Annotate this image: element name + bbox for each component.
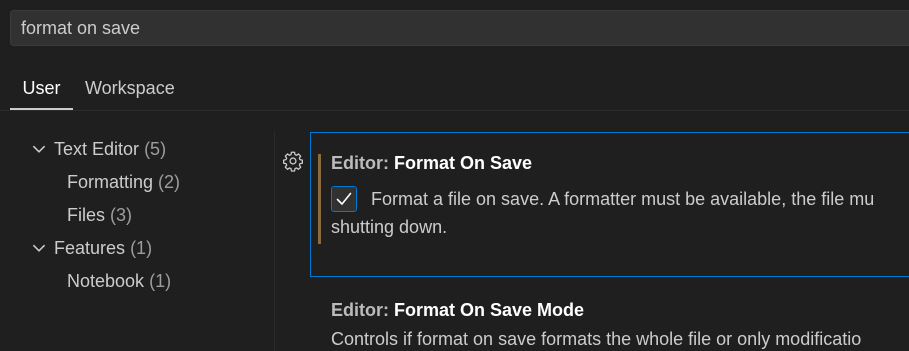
toc-item-files[interactable]: Files (3) [67, 200, 132, 230]
setting-title: Editor: Format On Save [331, 153, 532, 174]
toc-sash[interactable] [274, 131, 275, 351]
setting-category: Editor: [331, 300, 394, 320]
toc-count: (5) [144, 139, 167, 159]
toc-label: Notebook [67, 271, 145, 291]
tab-user[interactable]: User [10, 68, 73, 110]
toc-count: (3) [110, 205, 133, 225]
search-input[interactable] [21, 11, 901, 45]
toc-item-notebook[interactable]: Notebook (1) [67, 266, 171, 296]
setting-description-line: Format a file on save. A formatter must … [371, 189, 875, 209]
setting-description: Controls if format on save formats the w… [331, 329, 862, 349]
setting-description: Format a file on save. A formatter must … [331, 185, 909, 241]
toc-item-features[interactable]: Features (1) [30, 233, 152, 263]
toc-count: (2) [158, 172, 181, 192]
toc-item-formatting[interactable]: Formatting (2) [67, 167, 180, 197]
tab-workspace[interactable]: Workspace [85, 68, 175, 108]
toc-item-text-editor[interactable]: Text Editor (5) [30, 134, 166, 164]
toc-count: (1) [149, 271, 172, 291]
toc-count: (1) [130, 238, 153, 258]
setting-name: Format On Save [394, 153, 533, 173]
format-on-save-checkbox[interactable] [331, 186, 357, 212]
toc-label: Features [54, 238, 126, 258]
toc-label: Formatting [67, 172, 154, 192]
gear-icon[interactable] [282, 150, 304, 172]
setting-name: Format On Save Mode [394, 300, 585, 320]
tabs-divider [0, 110, 909, 111]
toc-label: Files [67, 205, 106, 225]
toc-label: Text Editor [54, 139, 140, 159]
settings-tabs: User Workspace [10, 68, 909, 110]
search-box[interactable] [10, 10, 909, 46]
setting-category: Editor: [331, 153, 394, 173]
chevron-down-icon [32, 244, 46, 252]
setting-description-line: shutting down. [331, 217, 448, 237]
setting-title: Editor: Format On Save Mode [331, 300, 584, 321]
settings-editor: User Workspace Text Editor (5) Formattin… [0, 0, 909, 351]
check-icon [336, 192, 352, 205]
chevron-down-icon [32, 145, 46, 153]
